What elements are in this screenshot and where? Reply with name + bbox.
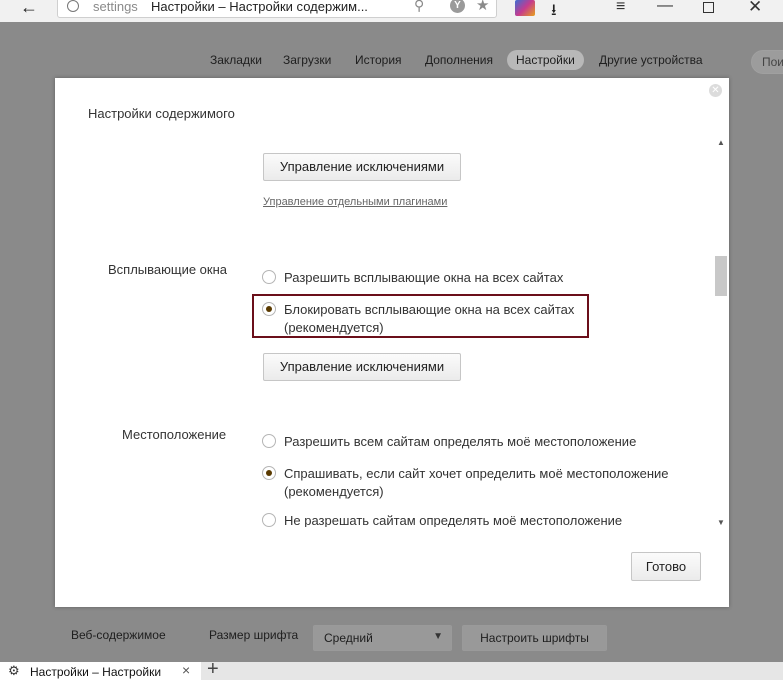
radio-label-note: (рекомендуется) <box>284 484 384 499</box>
search-icon[interactable]: ⚲ <box>414 0 424 14</box>
radio-button[interactable] <box>262 434 276 448</box>
plugins-exceptions-button[interactable]: Управление исключениями <box>263 153 461 181</box>
web-content-label: Веб-содержимое <box>71 628 166 642</box>
tab-addons[interactable]: Дополнения <box>425 53 493 67</box>
dialog-scrollbar[interactable]: ▲ ▼ <box>714 137 728 527</box>
browser-titlebar: ← settings Настройки – Настройки содержи… <box>0 0 783 22</box>
done-button[interactable]: Готово <box>631 552 701 581</box>
popups-exceptions-button[interactable]: Управление исключениями <box>263 353 461 381</box>
tab-downloads[interactable]: Загрузки <box>283 53 331 67</box>
plugins-link[interactable]: Управление отдельными плагинами <box>263 196 447 208</box>
radio-label: Разрешить всем сайтам определять моё мес… <box>284 434 637 449</box>
tab-other-devices[interactable]: Другие устройства <box>599 53 703 67</box>
settings-search-input[interactable]: Пои <box>751 50 783 74</box>
minimize-icon[interactable]: — <box>657 0 673 15</box>
tab-history[interactable]: История <box>355 53 402 67</box>
close-icon[interactable]: ✕ <box>709 84 722 97</box>
address-page-title: Настройки – Настройки содержим... <box>151 0 368 14</box>
maximize-icon[interactable] <box>703 2 714 13</box>
close-window-icon[interactable]: ✕ <box>748 0 762 17</box>
tab-settings[interactable]: Настройки <box>507 50 584 70</box>
radio-button[interactable] <box>262 513 276 527</box>
scroll-down-icon[interactable]: ▼ <box>717 518 725 527</box>
scroll-up-icon[interactable]: ▲ <box>717 138 725 147</box>
font-size-value: Средний <box>324 631 373 645</box>
radio-button[interactable] <box>262 302 276 316</box>
site-info-icon[interactable] <box>67 0 79 12</box>
popups-section-label: Всплывающие окна <box>108 262 228 277</box>
tab-bookmarks[interactable]: Закладки <box>210 53 262 67</box>
address-host: settings <box>93 0 138 14</box>
chevron-down-icon: ▼ <box>433 631 443 642</box>
radio-label: Разрешить всплывающие окна на всех сайта… <box>284 270 564 285</box>
browser-tab[interactable]: ⚙ Настройки – Настройки × <box>0 662 201 680</box>
radio-button[interactable] <box>262 466 276 480</box>
new-tab-icon[interactable]: + <box>207 658 219 680</box>
tab-strip: ⚙ Настройки – Настройки × + <box>0 658 783 680</box>
dialog-scroll-area[interactable]: Управление исключениями Управление отдел… <box>55 137 727 527</box>
radio-label: Спрашивать, если сайт хочет определить м… <box>284 466 669 481</box>
back-arrow-icon[interactable]: ← <box>16 0 42 20</box>
star-icon[interactable]: ★ <box>476 0 489 14</box>
radio-button[interactable] <box>262 270 276 284</box>
menu-icon[interactable]: ≡ <box>616 0 625 16</box>
close-tab-icon[interactable]: × <box>182 662 190 678</box>
settings-nav: Закладки Загрузки История Дополнения Нас… <box>0 50 783 74</box>
browser-tab-title: Настройки – Настройки <box>30 665 162 679</box>
font-size-label: Размер шрифта <box>209 628 299 642</box>
location-section-label: Местоположение <box>122 427 227 442</box>
radio-label: Не разрешать сайтам определять моё место… <box>284 513 623 527</box>
address-bar[interactable]: settings Настройки – Настройки содержим.… <box>57 0 497 18</box>
scrollbar-thumb[interactable] <box>715 256 727 296</box>
content-settings-dialog: ✕ Настройки содержимого Управление исклю… <box>55 78 729 607</box>
yandex-icon[interactable]: Y <box>450 0 465 13</box>
radio-label-note: (рекомендуется) <box>284 320 384 335</box>
configure-fonts-button[interactable]: Настроить шрифты <box>462 625 607 651</box>
dialog-title: Настройки содержимого <box>88 106 235 121</box>
font-size-select[interactable]: Средний ▼ <box>313 625 452 651</box>
gear-icon: ⚙ <box>8 663 20 678</box>
radio-label: Блокировать всплывающие окна на всех сай… <box>284 302 575 317</box>
extension-icon[interactable] <box>515 0 535 16</box>
